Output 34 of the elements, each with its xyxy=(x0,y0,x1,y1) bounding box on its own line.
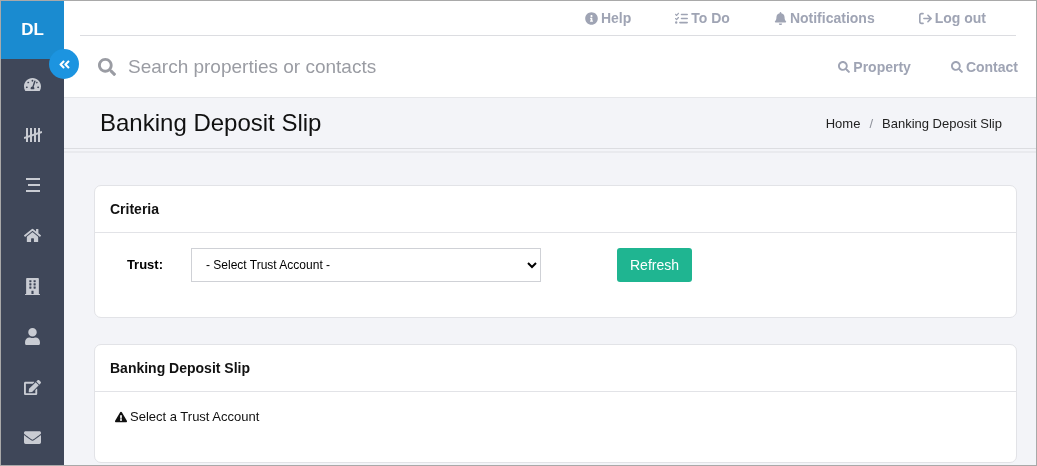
search-icon xyxy=(950,60,963,73)
logout-icon xyxy=(918,11,932,25)
breadcrumb-item: Banking Deposit Slip xyxy=(882,115,1002,131)
top-link[interactable]: To Do xyxy=(675,10,730,26)
edit-icon[interactable] xyxy=(24,378,41,396)
top-link[interactable]: Notifications xyxy=(773,10,875,26)
user-icon[interactable] xyxy=(24,328,41,346)
top-link[interactable]: Log out xyxy=(918,10,986,26)
trust-label: Trust: xyxy=(125,256,164,274)
bell-icon xyxy=(773,11,787,25)
checklist-icon xyxy=(675,11,689,25)
warning-message: Select a Trust Account xyxy=(130,409,260,424)
menu-icon[interactable] xyxy=(24,178,41,193)
gauge-icon[interactable] xyxy=(24,75,41,93)
search-scope-link[interactable]: Contact xyxy=(950,58,1018,75)
breadcrumb-separator: / xyxy=(869,115,874,131)
envelope-icon[interactable] xyxy=(24,429,41,447)
home-icon[interactable] xyxy=(24,227,41,245)
page-title: Banking Deposit Slip xyxy=(100,109,322,137)
user-avatar[interactable]: DL xyxy=(1,1,64,59)
warning-icon xyxy=(115,410,127,423)
trust-select[interactable]: - Select Trust Account - xyxy=(191,248,541,282)
card-title: Banking Deposit Slip xyxy=(110,360,250,376)
breadcrumb-item[interactable]: Home xyxy=(825,115,861,131)
top-link[interactable]: Help xyxy=(584,10,632,26)
tally-icon[interactable] xyxy=(23,126,42,143)
refresh-button[interactable]: Refresh xyxy=(617,248,693,282)
search-icon xyxy=(838,60,851,73)
building-icon[interactable] xyxy=(24,277,41,295)
card-title: Criteria xyxy=(110,201,160,217)
search-icon xyxy=(98,57,116,76)
double-chevron-icon xyxy=(57,57,71,71)
search-scope-link[interactable]: Property xyxy=(838,58,911,75)
info-icon xyxy=(584,11,598,25)
